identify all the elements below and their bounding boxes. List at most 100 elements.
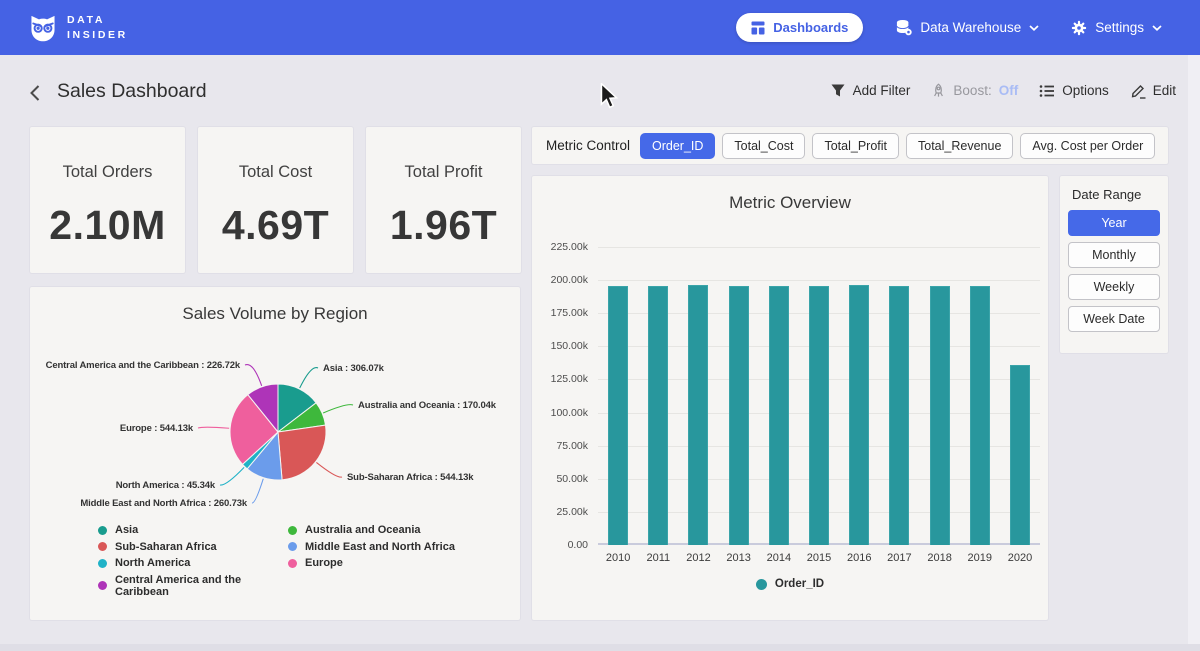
pie-slice-label: Australia and Oceania : 170.04k [358,400,497,411]
navbar-menu: Dashboards Data Warehouse [736,13,1162,42]
metric-option-avg-cost-per-order[interactable]: Avg. Cost per Order [1020,133,1155,159]
bar-slot [839,247,879,545]
options-button[interactable]: Options [1039,83,1109,98]
bar-legend[interactable]: Order_ID [532,578,1048,590]
pie-label-line [245,365,262,386]
date-range-weekly[interactable]: Weekly [1068,274,1160,300]
scrollbar-track[interactable] [1188,55,1200,651]
add-filter-button[interactable]: Add Filter [830,83,911,98]
y-tick-label: 25.00k [536,506,588,518]
y-tick-label: 200.00k [536,274,588,286]
kpi-label: Total Orders [30,163,185,182]
bar-slot [678,247,718,545]
list-options-icon [1039,84,1055,98]
bar-2019[interactable] [970,286,990,545]
bar-slot [759,247,799,545]
chevron-left-icon [28,84,41,102]
edit-label: Edit [1153,83,1176,98]
x-axis: 2010201120122013201420152016201720182019… [598,552,1040,564]
edit-button[interactable]: Edit [1130,82,1176,99]
add-filter-label: Add Filter [853,83,911,98]
bar-2016[interactable] [849,285,869,545]
y-tick-label: 225.00k [536,241,588,253]
legend-label: Australia and Oceania [305,524,421,536]
legend-item-sub-saharan-africa[interactable]: Sub-Saharan Africa [98,541,288,553]
pie-label-line [316,462,342,477]
x-tick-label: 2019 [960,552,1000,564]
nav-settings[interactable]: Settings [1071,20,1162,36]
kpi-card-total-profit: Total Profit1.96T [366,127,521,273]
bar-2011[interactable] [648,286,668,545]
metric-options: Order_ID Total_Cost Total_Profit Total_Reve… [640,133,1155,159]
bar-chart-card: Metric Overview 0.0025.00k50.00k75.00k10… [532,176,1048,620]
metric-option-order-id[interactable]: Order_ID [640,133,715,159]
pie-chart-card: Sales Volume by Region Asia : 306.07k Aus… [30,287,520,620]
x-tick-label: 2017 [879,552,919,564]
chevron-down-icon [1152,25,1162,31]
y-tick-label: 125.00k [536,373,588,385]
x-tick-label: 2010 [598,552,638,564]
date-range-label: Date Range [1068,187,1160,202]
bar-slot [598,247,638,545]
date-range-week-date[interactable]: Week Date [1068,306,1160,332]
kpi-value: 1.96T [366,202,521,249]
bar-legend-dot [756,579,767,590]
brand[interactable]: DATA INSIDER [28,13,128,43]
dashboard-grid-icon [751,21,765,35]
nav-dashboards-label: Dashboards [773,20,848,35]
x-tick-label: 2015 [799,552,839,564]
pie-slice-sub-saharan-africa[interactable] [278,425,326,480]
legend-dot [98,542,107,551]
back-button[interactable] [28,84,41,107]
bar-slot [1000,247,1040,545]
metric-option-total-cost[interactable]: Total_Cost [722,133,805,159]
y-tick-label: 175.00k [536,307,588,319]
bar-slot [920,247,960,545]
legend-dot [98,559,107,568]
bar-slot [719,247,759,545]
bar-2017[interactable] [889,286,909,545]
pie-chart-title: Sales Volume by Region [30,304,520,324]
mouse-cursor [598,83,620,114]
bar-legend-label: Order_ID [775,578,824,590]
bar-2018[interactable] [930,286,950,545]
metric-option-total-revenue[interactable]: Total_Revenue [906,133,1013,159]
x-tick-label: 2016 [839,552,879,564]
bar-2012[interactable] [688,285,708,545]
metric-option-total-profit[interactable]: Total_Profit [812,133,899,159]
owl-logo-icon [28,13,58,43]
kpi-card-total-orders: Total Orders 2.10M [30,127,185,273]
legend-dot [98,581,107,590]
boost-toggle[interactable]: Boost: Off [931,83,1018,99]
date-range-year[interactable]: Year [1068,210,1160,236]
x-tick-label: 2012 [678,552,718,564]
legend-item-asia[interactable]: Asia [98,524,288,536]
bar-slot [799,247,839,545]
kpi-row: Total Orders 2.10M Total Cost4.69TTotal Pr… [30,127,521,273]
x-tick-label: 2018 [920,552,960,564]
date-range-monthly[interactable]: Monthly [1068,242,1160,268]
nav-data-warehouse[interactable]: Data Warehouse [895,19,1039,36]
bar-2013[interactable] [729,286,749,545]
y-tick-label: 150.00k [536,340,588,352]
legend-dot [288,559,297,568]
pie-slice-label: Asia : 306.07k [323,363,385,374]
legend-item-middle-east-and-north-africa[interactable]: Middle East and North Africa [288,541,520,553]
bar-2014[interactable] [769,286,789,545]
bar-chart-title: Metric Overview [532,193,1048,213]
legend-item-australia-and-oceania[interactable]: Australia and Oceania [288,524,520,536]
bar-2010[interactable] [608,286,628,545]
kpi-card-total-cost: Total Cost4.69T [198,127,353,273]
nav-dashboards-button[interactable]: Dashboards [736,13,863,42]
legend-item-north-america[interactable]: North America [98,557,288,569]
nav-data-warehouse-label: Data Warehouse [920,20,1021,35]
kpi-value: 2.10M [30,202,185,249]
database-icon [895,19,912,36]
bar-2015[interactable] [809,286,829,545]
x-tick-label: 2013 [719,552,759,564]
legend-item-europe[interactable]: Europe [288,557,520,569]
pie-legend: Asia Australia and Oceania Sub-Saharan Afr… [30,524,520,598]
bar-2020[interactable] [1010,365,1030,545]
boost-value: Off [999,83,1019,98]
legend-item-central-america-and-the-caribbean[interactable]: Central America and the Caribbean [98,574,288,598]
